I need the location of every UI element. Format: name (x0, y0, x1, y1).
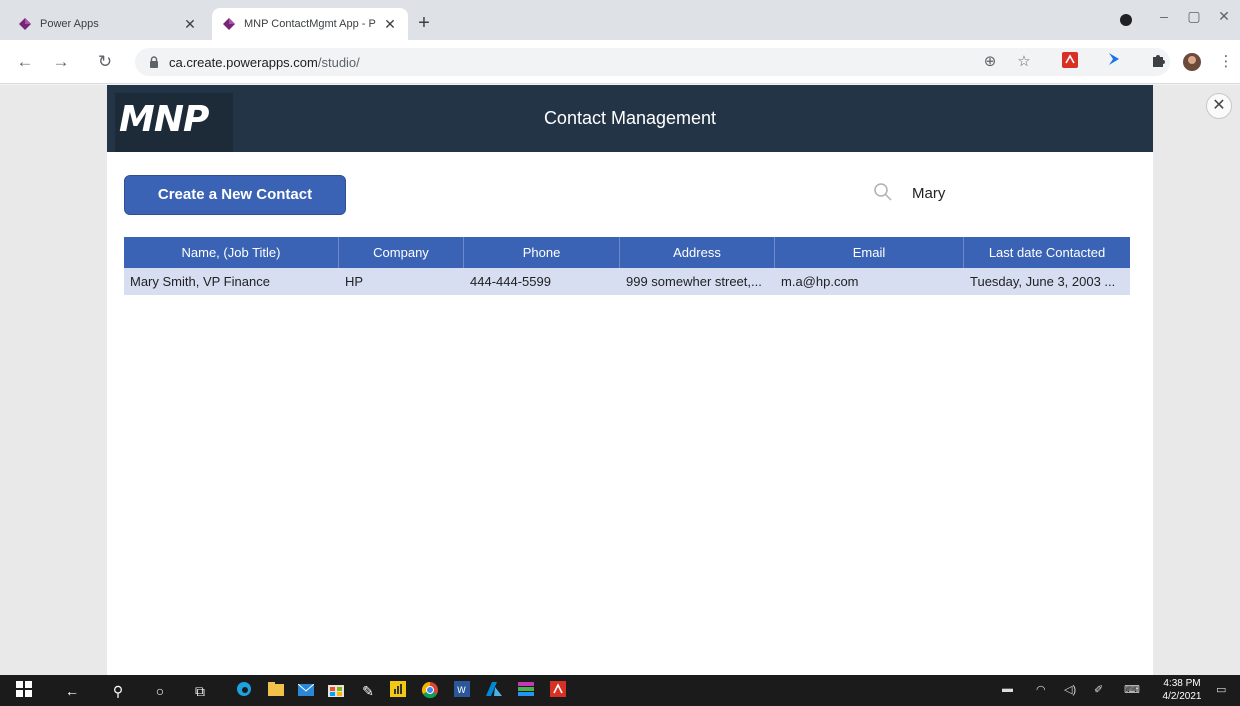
browser-tabstrip: Power Apps ✕ MNP ContactMgmt App - Pow ✕… (0, 0, 1240, 40)
search-box[interactable] (872, 177, 1092, 209)
taskbar-back-icon[interactable]: ← (62, 681, 82, 701)
feedback-icon[interactable]: ✎ (358, 681, 378, 701)
contacts-table: Name, (Job Title) Company Phone Address … (124, 237, 1130, 295)
clock-time: 4:38 PM (1163, 678, 1201, 689)
url-host: ca.create.powerapps.com (169, 54, 318, 70)
table-row[interactable]: Mary Smith, VP Finance HP 444-444-5599 9… (124, 268, 1130, 295)
browser-tab-mnp-app[interactable]: MNP ContactMgmt App - Pow ✕ (212, 8, 408, 40)
windows-taskbar: ← ⚲ ○ ⧉ ✎ W ▬ ◠ ◁) ✐ ⌨ 4:38 PM 4/2/2021 … (0, 675, 1240, 706)
cell-address: 999 somewher street,... (626, 274, 762, 289)
acrobat-icon[interactable] (548, 681, 568, 701)
forward-arrow-icon[interactable]: → (50, 51, 72, 73)
pdf-extension-icon[interactable] (1060, 52, 1080, 72)
mail-icon[interactable] (296, 681, 316, 701)
column-header-company[interactable]: Company (339, 237, 464, 268)
store-icon[interactable] (326, 681, 346, 701)
url-text: ca.create.powerapps.com/studio/ (169, 55, 360, 70)
search-icon (874, 183, 892, 201)
column-header-email[interactable]: Email (775, 237, 964, 268)
blue-arrow-extension-icon[interactable] (1104, 52, 1124, 72)
clock-date: 4/2/2021 (1162, 691, 1202, 702)
create-contact-button[interactable]: Create a New Contact (124, 175, 346, 215)
extensions-puzzle-icon[interactable] (1148, 52, 1168, 72)
powerapps-icon (19, 18, 31, 30)
tab-title: MNP ContactMgmt App - Pow (244, 18, 376, 30)
studio-close-icon[interactable]: ✕ (1206, 93, 1232, 119)
chrome-icon[interactable] (420, 681, 440, 701)
minimize-button[interactable]: – (1152, 8, 1176, 24)
user-avatar-icon[interactable] (1182, 52, 1202, 72)
app-grid-icon[interactable] (516, 681, 536, 701)
powerapps-icon (223, 18, 235, 30)
taskbar-search-icon[interactable]: ⚲ (108, 681, 128, 701)
cell-phone: 444-444-5599 (470, 274, 551, 289)
column-header-last-contacted[interactable]: Last date Contacted (964, 237, 1130, 268)
notifications-icon[interactable]: ▭ (1216, 683, 1226, 696)
task-view-icon[interactable]: ⧉ (190, 681, 210, 701)
studio-canvas: ✕ MNP Contact Management Create a New Co… (0, 85, 1240, 675)
window-close-button[interactable]: ✕ (1212, 8, 1236, 25)
cell-name: Mary Smith, VP Finance (130, 274, 270, 289)
battery-icon[interactable]: ▬ (1002, 683, 1013, 695)
search-input[interactable] (912, 177, 1082, 209)
new-tab-button[interactable]: + (412, 12, 436, 36)
file-explorer-icon[interactable] (266, 681, 286, 701)
column-header-phone[interactable]: Phone (464, 237, 620, 268)
zoom-icon[interactable]: ⊕ (980, 52, 1000, 72)
edge-icon[interactable] (234, 681, 254, 701)
url-path: /studio/ (317, 54, 360, 70)
column-header-name[interactable]: Name, (Job Title) (124, 237, 339, 268)
pen-icon[interactable]: ✐ (1094, 683, 1103, 696)
bookmark-star-icon[interactable]: ☆ (1014, 52, 1034, 72)
table-header: Name, (Job Title) Company Phone Address … (124, 237, 1130, 268)
browser-toolbar: ← → ↻ ca.create.powerapps.com/studio/ ⊕ … (0, 40, 1240, 84)
contact-app-screen: MNP Contact Management Create a New Cont… (107, 85, 1153, 675)
taskbar-clock[interactable]: 4:38 PM 4/2/2021 (1158, 677, 1206, 703)
wifi-icon[interactable]: ◠ (1036, 683, 1046, 696)
column-header-address[interactable]: Address (620, 237, 775, 268)
reload-icon[interactable]: ↻ (94, 51, 116, 73)
cortana-icon[interactable]: ○ (150, 681, 170, 701)
azure-icon[interactable] (484, 681, 504, 701)
app-header: MNP Contact Management (107, 85, 1153, 152)
cell-last-contacted: Tuesday, June 3, 2003 ... (970, 274, 1116, 289)
word-icon[interactable]: W (452, 681, 472, 701)
tab-close-icon[interactable]: ✕ (182, 16, 198, 33)
browser-menu-icon[interactable]: ⋮ (1216, 52, 1236, 72)
profile-indicator-icon[interactable] (1120, 14, 1132, 26)
volume-icon[interactable]: ◁) (1064, 683, 1076, 696)
lock-icon (150, 56, 158, 68)
tab-close-icon[interactable]: ✕ (382, 16, 398, 33)
cell-email: m.a@hp.com (781, 274, 859, 289)
svg-text:W: W (457, 686, 466, 696)
back-arrow-icon[interactable]: ← (14, 51, 36, 73)
cell-company: HP (345, 274, 364, 289)
browser-tab-powerapps[interactable]: Power Apps ✕ (8, 8, 208, 40)
tab-title: Power Apps (40, 18, 99, 30)
windows-start-icon[interactable] (14, 681, 34, 701)
power-bi-icon[interactable] (388, 681, 408, 701)
maximize-button[interactable]: ▢ (1182, 8, 1206, 25)
keyboard-icon[interactable]: ⌨ (1124, 683, 1140, 696)
app-title: Contact Management (543, 108, 717, 128)
